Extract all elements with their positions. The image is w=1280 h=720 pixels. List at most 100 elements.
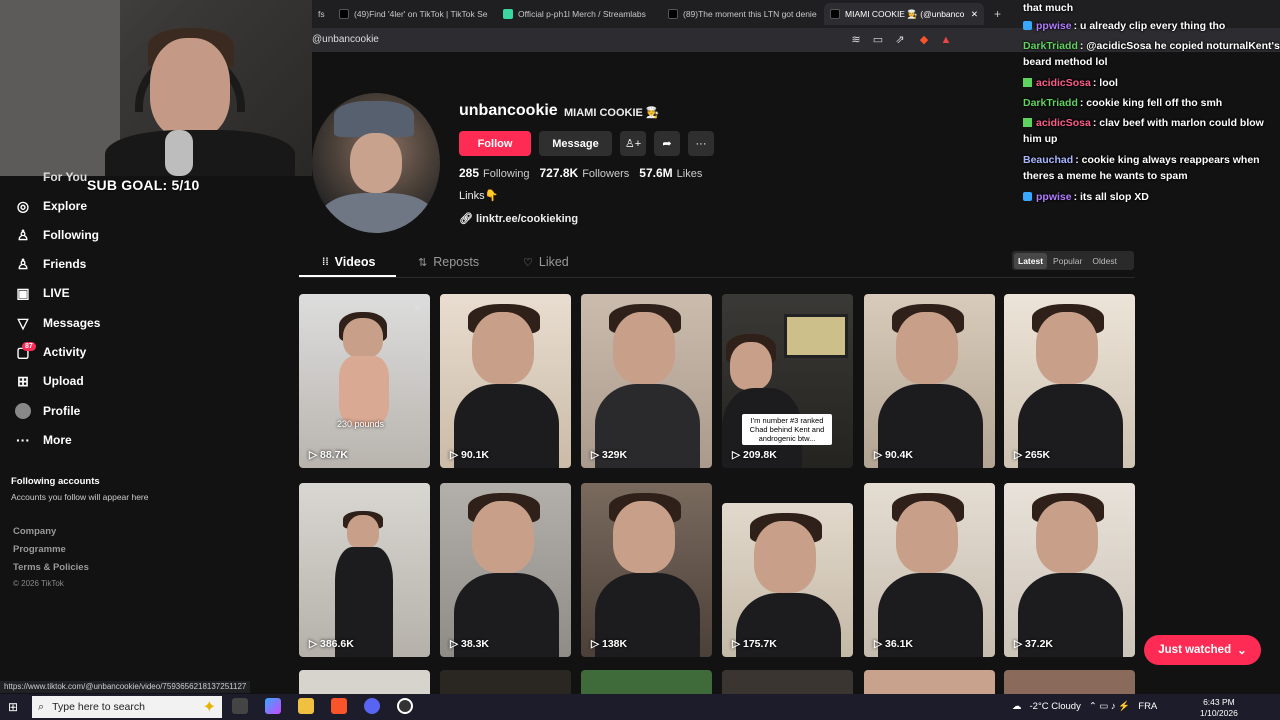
brave-shield-icon[interactable]: ◆ [917,33,931,47]
tab-videos[interactable]: ⁞⁞ Videos [322,255,375,269]
language-indicator[interactable]: FRA [1138,701,1157,712]
just-watched-button[interactable]: Just watched ⌄ [1144,635,1261,665]
sidebar-item-messages[interactable]: ▽ Messages [15,313,101,333]
chat-user: acidicSosa [1036,77,1091,89]
video-thumbnail[interactable]: ▷ 90.4K [864,294,995,468]
cast-icon[interactable]: ▭ [871,33,885,47]
thumb-face [343,318,383,358]
thumb-face [1036,312,1098,384]
chat-message: Beauchad: cookie king always reappears w… [1023,152,1280,184]
discord-icon[interactable] [364,698,380,714]
video-thumbnail[interactable]: ▷ 36.1K [864,483,995,657]
activity-badge: 87 [22,342,36,351]
sidebar-item-live[interactable]: ▣ LIVE [15,283,69,303]
tab-label: Liked [538,255,569,269]
video-thumbnail[interactable]: I'm number #3 ranked Chad behind Kent an… [722,294,853,468]
windows-start-icon[interactable]: ⊞ [8,700,18,714]
video-thumbnail[interactable]: ▷ 37.2K [1004,483,1135,657]
video-thumbnail[interactable]: ▷ 138K [581,483,712,657]
video-thumbnail[interactable]: ▣ 230 pounds ▷ 88.7K [299,294,430,468]
view-count: 90.4K [885,449,914,461]
chat-message: acidicSosa: clav beef with marlon could … [1023,115,1280,147]
taskbar-clock[interactable]: 6:43 PM 1/10/2026 [1200,697,1238,719]
followers-stat[interactable]: 727.8K Followers [540,166,630,180]
sparkle-icon: ✦ [202,699,216,716]
sidebar-item-label: Upload [43,374,84,388]
sort-oldest[interactable]: Oldest [1088,253,1121,269]
add-user-icon: ♙+ [624,138,642,150]
new-tab-button[interactable]: + [988,3,1006,25]
share-button[interactable]: ➦ [654,131,680,156]
chat-text: : its all slop XD [1073,191,1149,203]
browser-tab[interactable]: (49)Find '4ler' on TikTok | TikTok Sear [333,3,488,25]
task-view-icon[interactable] [232,698,248,714]
video-thumbnail[interactable]: ▷ 175.7K [722,503,853,657]
reader-icon[interactable]: ≋ [849,33,863,47]
thumb-face [472,501,534,573]
likes-stat: 57.6M Likes [639,166,702,180]
view-count: 209.8K [743,449,777,461]
profile-link[interactable]: 🔗︎ linktr.ee/cookieking [459,212,578,225]
just-watched-label: Just watched [1158,644,1232,656]
tab-label: (49)Find '4ler' on TikTok | TikTok Sear [354,9,488,19]
file-explorer-icon[interactable] [298,698,314,714]
footer-link-programme[interactable]: Programme [13,544,66,555]
sidebar-item-friends[interactable]: ♙ Friends [15,254,87,274]
following-accounts-subtitle: Accounts you follow will appear here [11,492,149,502]
sidebar-item-for-you[interactable]: For You [15,167,87,187]
chat-message: ppwise: its all slop XD [1023,189,1149,205]
taskbar-search[interactable]: ⌕ Type here to search ✦ [32,696,222,718]
thumb-face [472,312,534,384]
badge-icon [1023,21,1032,30]
sort-popular[interactable]: Popular [1049,253,1086,269]
browser-tab[interactable]: (89)The moment this LTN got denied [662,3,817,25]
sidebar-item-explore[interactable]: ◎ Explore [15,196,87,216]
thumb-body [339,356,389,426]
video-views: ▷ 38.3K [450,638,490,650]
footer-link-terms[interactable]: Terms & Policies [13,562,89,573]
browser-tab-active[interactable]: MIAMI COOKIE 🧑‍🍳 (@unbanco ✕ [824,3,984,25]
share-icon: ➦ [662,138,672,150]
follow-button[interactable]: Follow [459,131,531,156]
add-friend-button[interactable]: ♙+ [620,131,646,156]
browser-tab[interactable]: fs [312,3,332,25]
live-icon: ▣ [16,285,30,301]
pinned-icon: ▣ [413,302,422,312]
weather-text[interactable]: -2°C Cloudy [1030,701,1081,712]
video-thumbnail[interactable]: ▷ 386.6K [299,483,430,657]
more-options-button[interactable]: ··· [688,131,714,156]
sidebar-item-upload[interactable]: ⊞ Upload [15,371,84,391]
video-thumbnail[interactable]: ▷ 38.3K [440,483,571,657]
clock-time: 6:43 PM [1203,697,1235,707]
webcam-feed [0,0,312,176]
tab-label: Reposts [433,255,480,269]
video-thumbnail[interactable]: ▷ 329K [581,294,712,468]
message-button[interactable]: Message [539,131,612,156]
view-count: 386.6K [320,638,354,650]
copilot-icon[interactable] [265,698,281,714]
obs-icon[interactable] [397,698,413,714]
sidebar-item-profile[interactable]: Profile [15,401,80,421]
tray-icons[interactable]: ⌃ ▭ ♪ ⚡ [1089,701,1130,712]
footer-link-company[interactable]: Company [13,526,56,537]
video-thumbnail[interactable]: ▷ 90.1K [440,294,571,468]
sidebar-item-more[interactable]: ··· More [15,430,72,450]
rewards-icon[interactable]: ▲ [939,33,953,47]
profile-avatar[interactable] [312,93,440,233]
tiktok-icon [830,9,840,19]
video-thumbnail[interactable]: ▷ 265K [1004,294,1135,468]
search-icon: ⌕ [38,700,45,713]
url-text[interactable]: @unbancookie [312,34,379,45]
browser-tab[interactable]: Official p-ph1l Merch / Streamlabs [497,3,657,25]
following-stat[interactable]: 285 Following [459,166,530,180]
following-label: Following [483,168,530,180]
profile-username: unbancookie [459,102,558,119]
close-icon[interactable]: ✕ [971,9,978,20]
brave-icon[interactable] [331,698,347,714]
share-icon[interactable]: ⇗ [893,33,907,47]
tab-liked[interactable]: ♡ Liked [523,255,569,269]
video-caption: I'm number #3 ranked Chad behind Kent an… [742,414,832,445]
sidebar-item-following[interactable]: ♙ Following [15,225,99,245]
tab-reposts[interactable]: ⇅ Reposts [418,255,479,269]
sort-latest[interactable]: Latest [1014,252,1048,269]
